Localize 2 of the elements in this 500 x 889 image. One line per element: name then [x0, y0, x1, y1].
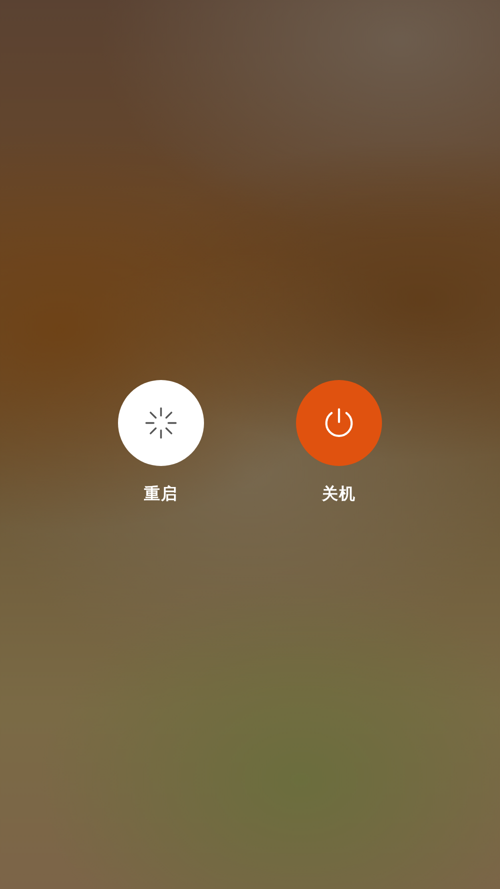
button-label: 重启: [144, 484, 178, 505]
button-label: 关机: [322, 484, 356, 505]
